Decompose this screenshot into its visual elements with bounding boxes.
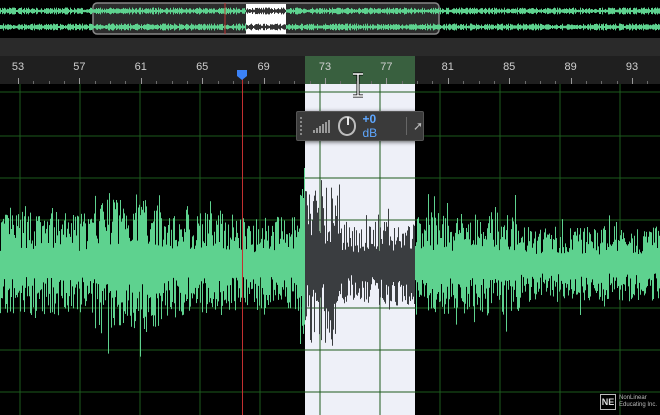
overview-waveform-graphic [0,2,660,35]
ruler-label: 73 [318,61,332,73]
gain-hud[interactable]: +0 dB ➚ [296,111,424,141]
logo-mark: NE [600,394,616,410]
ruler-label: 85 [503,61,516,73]
overview-divider [0,38,660,56]
gain-value[interactable]: +0 dB [362,112,392,140]
volume-knob-icon[interactable] [337,116,357,136]
time-ruler[interactable]: 53 57 61 65 69 73 77 81 85 89 93 [0,56,660,85]
level-meter-icon [312,119,330,133]
overview-waveform[interactable] [0,0,660,38]
gain-value-number: +0 [362,112,377,126]
ruler-label: 77 [380,61,393,73]
waveform-trace-selected [305,180,415,346]
playhead-marker-icon[interactable] [236,69,248,81]
ruler-label: 69 [257,61,270,73]
brand-logo: NE NonLinear Educating Inc. [600,394,657,410]
gain-value-unit: dB [362,126,378,140]
playhead-line[interactable] [242,70,243,415]
text-cursor-icon [353,72,363,98]
ruler-label: 53 [11,61,25,73]
ruler-label: 89 [564,61,577,73]
ruler-label: 65 [196,61,209,73]
ruler-label: 61 [134,61,147,73]
ruler-label: 93 [625,61,639,73]
ruler-label: 57 [73,61,86,73]
hud-separator [406,117,407,135]
pin-icon[interactable]: ➚ [413,119,423,133]
ruler-label: 81 [441,61,454,73]
hud-grip-icon[interactable] [300,117,308,135]
logo-line1: NonLinear [619,395,647,401]
logo-line2: Educating Inc. [619,402,658,408]
